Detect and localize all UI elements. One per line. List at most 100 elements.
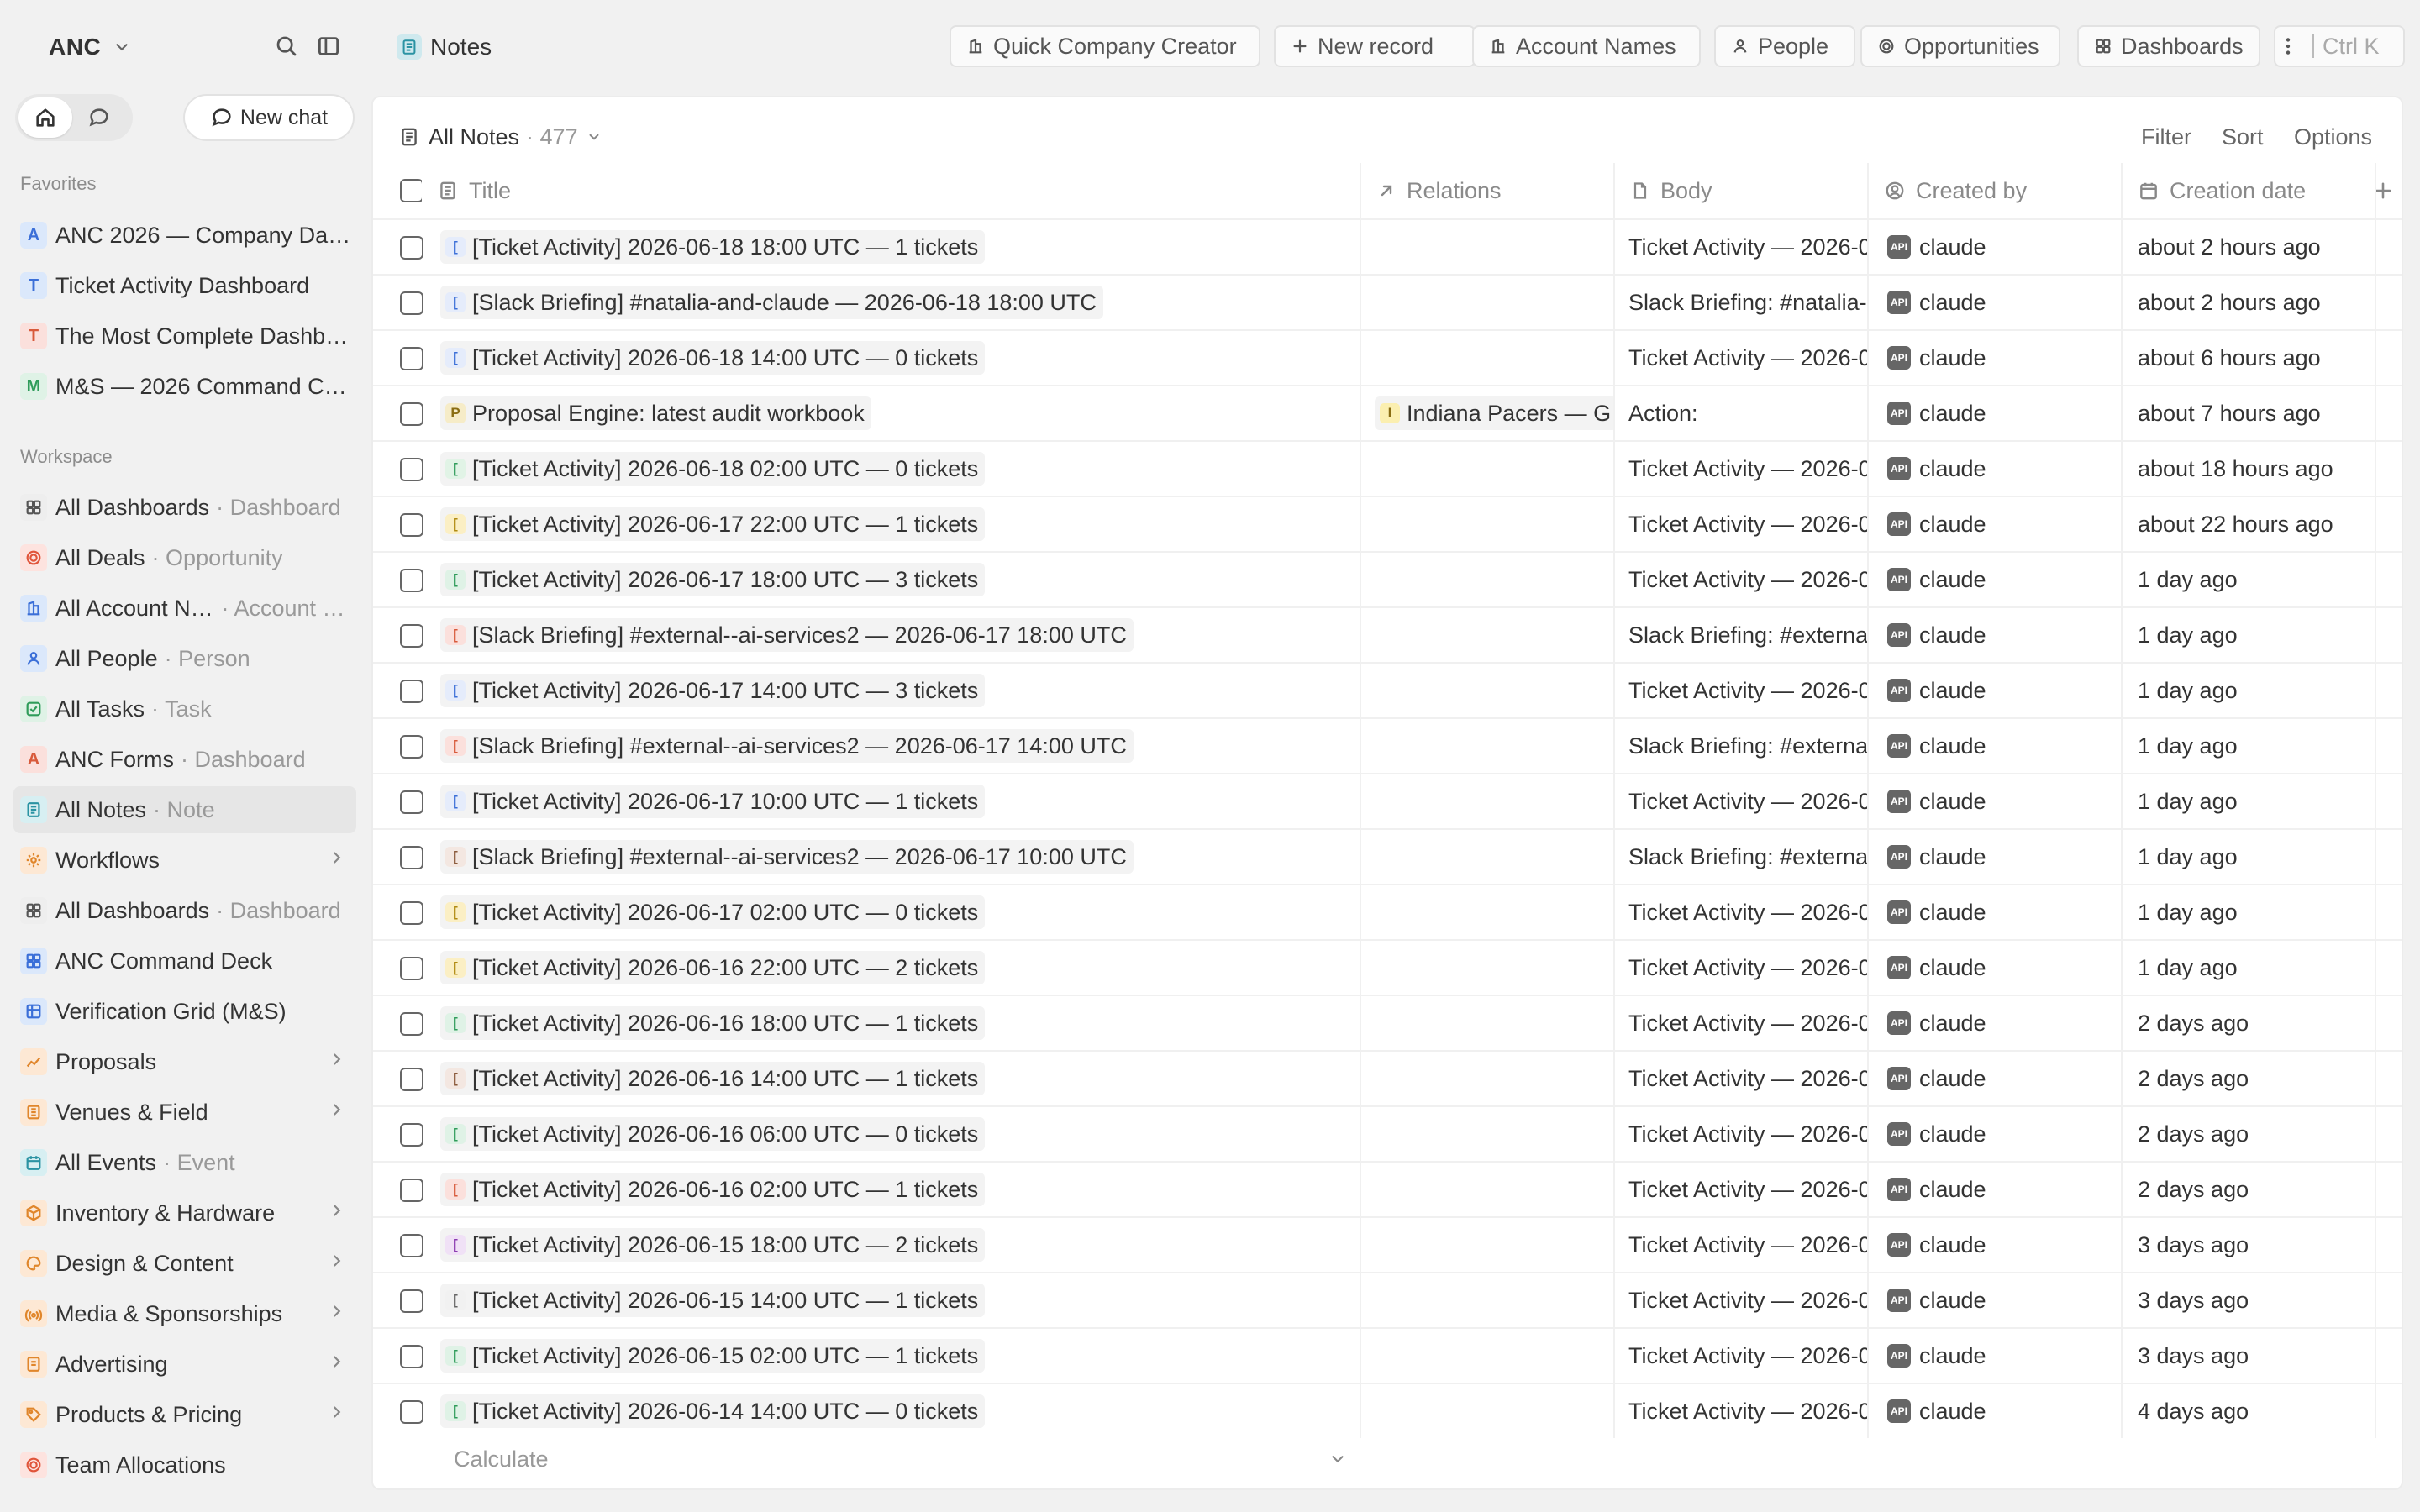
title-chip[interactable]: [[Ticket Activity] 2026-06-17 10:00 UTC …: [440, 785, 986, 818]
relations-cell[interactable]: [1361, 220, 1615, 274]
created-by-cell[interactable]: API claude: [1869, 608, 2123, 662]
dashboards-button[interactable]: Dashboards: [2077, 25, 2260, 67]
row-checkbox[interactable]: [400, 1123, 424, 1147]
account-names-button[interactable]: Account Names: [1472, 25, 1701, 67]
sidebar-item-anc-command-deck[interactable]: ANC Command Deck: [13, 937, 356, 984]
sidebar-item-all-dashboards[interactable]: All Dashboards · Dashboard: [13, 887, 356, 934]
relations-cell[interactable]: [1361, 719, 1615, 773]
creation-date-cell[interactable]: 1 day ago: [2123, 608, 2376, 662]
title-cell[interactable]: [[Slack Briefing] #external--ai-services…: [422, 608, 1361, 662]
table-row[interactable]: [[Ticket Activity] 2026-06-18 02:00 UTC …: [373, 440, 2402, 496]
created-by-cell[interactable]: API claude: [1869, 996, 2123, 1050]
title-chip[interactable]: [[Ticket Activity] 2026-06-17 22:00 UTC …: [440, 507, 986, 541]
sidebar-item-all-account-names[interactable]: All Account Names · Account Name: [13, 585, 356, 632]
body-cell[interactable]: Ticket Activity — 2026-06-16: [1615, 1163, 1869, 1216]
body-cell[interactable]: Ticket Activity — 2026-06-17: [1615, 553, 1869, 606]
column-header-relations[interactable]: Relations: [1361, 163, 1615, 218]
table-row[interactable]: [[Ticket Activity] 2026-06-15 18:00 UTC …: [373, 1216, 2402, 1272]
body-cell[interactable]: Ticket Activity — 2026-06-17: [1615, 497, 1869, 551]
title-chip[interactable]: [[Slack Briefing] #external--ai-services…: [440, 840, 1134, 874]
sidebar-item-all-tasks[interactable]: All Tasks · Task: [13, 685, 356, 732]
table-row[interactable]: [[Ticket Activity] 2026-06-15 02:00 UTC …: [373, 1327, 2402, 1383]
title-chip[interactable]: [[Ticket Activity] 2026-06-15 18:00 UTC …: [440, 1228, 986, 1262]
table-row[interactable]: [[Ticket Activity] 2026-06-17 18:00 UTC …: [373, 551, 2402, 606]
new-record-button[interactable]: New record: [1274, 25, 1476, 67]
title-chip[interactable]: [[Ticket Activity] 2026-06-17 02:00 UTC …: [440, 895, 986, 929]
title-cell[interactable]: [[Slack Briefing] #natalia-and-claude — …: [422, 276, 1361, 329]
title-chip[interactable]: [[Slack Briefing] #external--ai-services…: [440, 729, 1134, 763]
body-cell[interactable]: Ticket Activity — 2026-06-18: [1615, 220, 1869, 274]
table-row[interactable]: P Proposal Engine: latest audit workbook …: [373, 385, 2402, 440]
sidebar-item-inventory-hardware[interactable]: Inventory & Hardware: [13, 1189, 356, 1236]
body-cell[interactable]: Ticket Activity — 2026-06-17: [1615, 774, 1869, 828]
body-cell[interactable]: Slack Briefing: #external--ai-services2: [1615, 608, 1869, 662]
row-checkbox[interactable]: [400, 236, 424, 260]
title-cell[interactable]: [[Slack Briefing] #external--ai-services…: [422, 719, 1361, 773]
title-chip[interactable]: [[Slack Briefing] #external--ai-services…: [440, 618, 1134, 652]
created-by-cell[interactable]: API claude: [1869, 719, 2123, 773]
row-checkbox[interactable]: [400, 402, 424, 426]
title-chip[interactable]: [[Slack Briefing] #natalia-and-claude — …: [440, 286, 1103, 319]
table-row[interactable]: [[Slack Briefing] #external--ai-services…: [373, 717, 2402, 773]
table-row[interactable]: [[Slack Briefing] #external--ai-services…: [373, 606, 2402, 662]
creation-date-cell[interactable]: 1 day ago: [2123, 719, 2376, 773]
created-by-cell[interactable]: API claude: [1869, 497, 2123, 551]
sidebar-item-advertising[interactable]: Advertising: [13, 1341, 356, 1388]
title-chip[interactable]: [[Ticket Activity] 2026-06-15 14:00 UTC …: [440, 1284, 986, 1317]
table-row[interactable]: [[Ticket Activity] 2026-06-16 06:00 UTC …: [373, 1105, 2402, 1161]
creation-date-cell[interactable]: 1 day ago: [2123, 941, 2376, 995]
relations-cell[interactable]: [1361, 1384, 1615, 1438]
body-cell[interactable]: Ticket Activity — 2026-06-18: [1615, 331, 1869, 385]
sidebar-item-design-content[interactable]: Design & Content: [13, 1240, 356, 1287]
sidebar-item-all-notes[interactable]: All Notes · Note: [13, 786, 356, 833]
body-cell[interactable]: Ticket Activity — 2026-06-17: [1615, 885, 1869, 939]
creation-date-cell[interactable]: 1 day ago: [2123, 830, 2376, 884]
row-checkbox[interactable]: [400, 1345, 424, 1368]
relations-cell[interactable]: [1361, 941, 1615, 995]
table-row[interactable]: [[Ticket Activity] 2026-06-16 18:00 UTC …: [373, 995, 2402, 1050]
title-cell[interactable]: [[Ticket Activity] 2026-06-17 10:00 UTC …: [422, 774, 1361, 828]
row-checkbox[interactable]: [400, 347, 424, 370]
created-by-cell[interactable]: API claude: [1869, 220, 2123, 274]
table-row[interactable]: [[Ticket Activity] 2026-06-17 22:00 UTC …: [373, 496, 2402, 551]
table-row[interactable]: [[Ticket Activity] 2026-06-16 02:00 UTC …: [373, 1161, 2402, 1216]
creation-date-cell[interactable]: 3 days ago: [2123, 1218, 2376, 1272]
calculate-footer[interactable]: Calculate: [454, 1438, 1347, 1480]
relations-cell[interactable]: [1361, 774, 1615, 828]
title-chip[interactable]: [[Ticket Activity] 2026-06-18 02:00 UTC …: [440, 452, 986, 486]
title-cell[interactable]: [[Ticket Activity] 2026-06-15 18:00 UTC …: [422, 1218, 1361, 1272]
created-by-cell[interactable]: API claude: [1869, 941, 2123, 995]
table-row[interactable]: [[Slack Briefing] #external--ai-services…: [373, 828, 2402, 884]
sidebar-item-workflows[interactable]: Workflows: [13, 837, 356, 884]
title-cell[interactable]: [[Slack Briefing] #external--ai-services…: [422, 830, 1361, 884]
relations-cell[interactable]: [1361, 664, 1615, 717]
relations-cell[interactable]: [1361, 1107, 1615, 1161]
table-row[interactable]: [[Ticket Activity] 2026-06-17 10:00 UTC …: [373, 773, 2402, 828]
sidebar-item-products-pricing[interactable]: Products & Pricing: [13, 1391, 356, 1438]
creation-date-cell[interactable]: 2 days ago: [2123, 1163, 2376, 1216]
table-row[interactable]: [[Ticket Activity] 2026-06-16 22:00 UTC …: [373, 939, 2402, 995]
row-checkbox[interactable]: [400, 1179, 424, 1202]
creation-date-cell[interactable]: about 2 hours ago: [2123, 220, 2376, 274]
column-header-created-by[interactable]: Created by: [1869, 163, 2123, 218]
row-checkbox[interactable]: [400, 790, 424, 814]
row-checkbox[interactable]: [400, 957, 424, 980]
relations-cell[interactable]: I Indiana Pacers — G: [1361, 386, 1615, 440]
created-by-cell[interactable]: API claude: [1869, 1163, 2123, 1216]
table-row[interactable]: [[Ticket Activity] 2026-06-16 14:00 UTC …: [373, 1050, 2402, 1105]
opportunities-button[interactable]: Opportunities: [1860, 25, 2060, 67]
column-header-creation-date[interactable]: Creation date: [2123, 163, 2376, 218]
sidebar-item-anc-forms[interactable]: A ANC Forms · Dashboard: [13, 736, 356, 783]
relation-chip[interactable]: I Indiana Pacers — G: [1375, 396, 1613, 430]
created-by-cell[interactable]: API claude: [1869, 1107, 2123, 1161]
body-cell[interactable]: Ticket Activity — 2026-06-16: [1615, 996, 1869, 1050]
title-cell[interactable]: [[Ticket Activity] 2026-06-17 18:00 UTC …: [422, 553, 1361, 606]
title-cell[interactable]: [[Ticket Activity] 2026-06-16 18:00 UTC …: [422, 996, 1361, 1050]
table-row[interactable]: [[Ticket Activity] 2026-06-18 18:00 UTC …: [373, 218, 2402, 274]
relations-cell[interactable]: [1361, 885, 1615, 939]
table-row[interactable]: [[Ticket Activity] 2026-06-17 02:00 UTC …: [373, 884, 2402, 939]
search-icon[interactable]: [274, 34, 299, 59]
created-by-cell[interactable]: API claude: [1869, 1052, 2123, 1105]
created-by-cell[interactable]: API claude: [1869, 386, 2123, 440]
title-cell[interactable]: [[Ticket Activity] 2026-06-18 18:00 UTC …: [422, 220, 1361, 274]
